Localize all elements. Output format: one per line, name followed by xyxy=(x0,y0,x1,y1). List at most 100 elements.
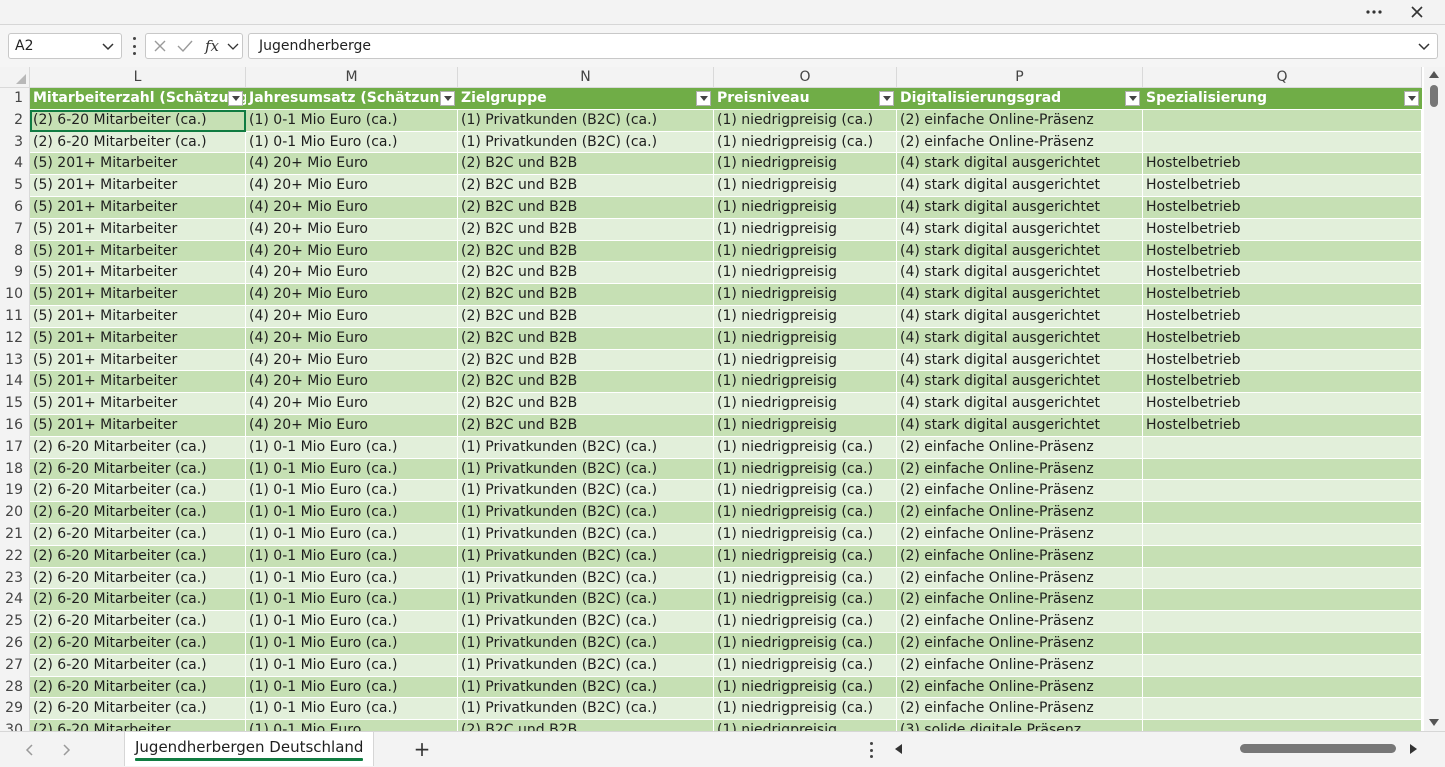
table-cell[interactable]: (2) 6-20 Mitarbeiter xyxy=(30,720,246,731)
table-cell[interactable]: Hostelbetrieb xyxy=(1143,197,1422,219)
name-box[interactable]: A2 xyxy=(8,33,122,59)
table-cell[interactable]: (2) B2C und B2B xyxy=(458,284,714,306)
table-cell[interactable] xyxy=(1143,109,1422,132)
table-cell[interactable]: (2) B2C und B2B xyxy=(458,240,714,263)
table-cell[interactable]: (2) B2C und B2B xyxy=(458,415,714,437)
table-cell[interactable]: (1) Privatkunden (B2C) (ca.) xyxy=(458,676,714,699)
table-cell[interactable]: (1) niedrigpreisig (ca.) xyxy=(714,545,897,568)
table-cell[interactable]: (1) niedrigpreisig xyxy=(714,393,897,415)
table-cell[interactable]: (4) stark digital ausgerichtet xyxy=(897,197,1143,219)
row-header[interactable]: 21 xyxy=(0,524,30,546)
table-cell[interactable] xyxy=(1143,589,1422,612)
column-header-p[interactable]: P xyxy=(897,67,1143,88)
table-cell[interactable]: Hostelbetrieb xyxy=(1143,349,1422,372)
row-header[interactable]: 2 xyxy=(0,109,30,132)
table-cell[interactable]: (1) Privatkunden (B2C) (ca.) xyxy=(458,567,714,590)
column-header-o[interactable]: O xyxy=(714,67,897,88)
table-cell[interactable]: (1) 0-1 Mio Euro (ca.) xyxy=(246,676,458,699)
column-header-n[interactable]: N xyxy=(458,67,714,88)
column-header-q[interactable]: Q xyxy=(1143,67,1422,88)
table-cell[interactable]: Hostelbetrieb xyxy=(1143,327,1422,350)
table-cell[interactable]: (2) 6-20 Mitarbeiter (ca.) xyxy=(30,698,246,721)
table-header-cell[interactable]: Spezialisierung xyxy=(1143,88,1422,110)
table-cell[interactable]: (2) 6-20 Mitarbeiter (ca.) xyxy=(30,131,246,154)
table-cell[interactable]: (1) 0-1 Mio Euro (ca.) xyxy=(246,524,458,546)
table-cell[interactable]: (1) Privatkunden (B2C) (ca.) xyxy=(458,633,714,655)
table-cell[interactable]: Hostelbetrieb xyxy=(1143,284,1422,306)
row-header[interactable]: 18 xyxy=(0,458,30,481)
table-cell[interactable] xyxy=(1143,502,1422,524)
vertical-scrollbar[interactable] xyxy=(1424,67,1445,731)
table-cell[interactable]: (1) 0-1 Mio Euro (ca.) xyxy=(246,567,458,590)
table-cell[interactable] xyxy=(1143,436,1422,459)
table-cell[interactable]: (1) 0-1 Mio Euro (ca.) xyxy=(246,545,458,568)
table-header-cell[interactable]: Preisniveau xyxy=(714,88,897,110)
table-cell[interactable]: (1) 0-1 Mio Euro (ca.) xyxy=(246,436,458,459)
vertical-scroll-thumb[interactable] xyxy=(1430,85,1438,107)
table-cell[interactable]: (1) 0-1 Mio Euro (ca.) xyxy=(246,502,458,524)
row-header[interactable]: 17 xyxy=(0,436,30,459)
table-cell[interactable]: (2) einfache Online-Präsenz xyxy=(897,131,1143,154)
insert-function-icon[interactable]: fx xyxy=(204,37,224,55)
table-cell[interactable]: (5) 201+ Mitarbeiter xyxy=(30,415,246,437)
row-header[interactable]: 14 xyxy=(0,371,30,394)
table-cell[interactable] xyxy=(1143,524,1422,546)
table-cell[interactable]: (1) 0-1 Mio Euro (ca.) xyxy=(246,131,458,154)
table-cell[interactable]: (4) 20+ Mio Euro xyxy=(246,153,458,176)
table-cell[interactable]: (2) einfache Online-Präsenz xyxy=(897,502,1143,524)
table-cell[interactable]: (1) niedrigpreisig xyxy=(714,240,897,263)
table-cell[interactable]: (2) 6-20 Mitarbeiter (ca.) xyxy=(30,611,246,633)
row-header[interactable]: 24 xyxy=(0,589,30,612)
table-cell[interactable]: (1) niedrigpreisig (ca.) xyxy=(714,611,897,633)
table-cell[interactable]: (4) 20+ Mio Euro xyxy=(246,306,458,328)
table-cell[interactable] xyxy=(1143,567,1422,590)
table-cell[interactable]: (4) 20+ Mio Euro xyxy=(246,262,458,285)
row-header[interactable]: 6 xyxy=(0,197,30,219)
table-cell[interactable]: (2) B2C und B2B xyxy=(458,218,714,241)
row-header[interactable]: 23 xyxy=(0,567,30,590)
table-cell[interactable]: (2) B2C und B2B xyxy=(458,349,714,372)
table-cell[interactable]: (2) 6-20 Mitarbeiter (ca.) xyxy=(30,633,246,655)
next-sheet-icon[interactable] xyxy=(58,742,74,758)
table-cell[interactable]: (2) B2C und B2B xyxy=(458,393,714,415)
filter-dropdown-icon[interactable] xyxy=(879,91,894,106)
filter-dropdown-icon[interactable] xyxy=(696,91,711,106)
close-icon[interactable] xyxy=(1401,0,1433,24)
table-header-cell[interactable]: Digitalisierungsgrad xyxy=(897,88,1143,110)
table-cell[interactable]: (2) 6-20 Mitarbeiter (ca.) xyxy=(30,109,246,132)
table-cell[interactable]: (1) Privatkunden (B2C) (ca.) xyxy=(458,524,714,546)
table-cell[interactable]: (2) B2C und B2B xyxy=(458,371,714,394)
table-cell[interactable]: (4) stark digital ausgerichtet xyxy=(897,371,1143,394)
row-header[interactable]: 29 xyxy=(0,698,30,721)
table-cell[interactable]: (1) niedrigpreisig xyxy=(714,306,897,328)
row-header[interactable]: 28 xyxy=(0,676,30,699)
table-cell[interactable]: (4) 20+ Mio Euro xyxy=(246,284,458,306)
table-cell[interactable]: (2) 6-20 Mitarbeiter (ca.) xyxy=(30,480,246,503)
table-cell[interactable]: (4) stark digital ausgerichtet xyxy=(897,240,1143,263)
table-cell[interactable]: (5) 201+ Mitarbeiter xyxy=(30,175,246,197)
table-cell[interactable]: (1) niedrigpreisig (ca.) xyxy=(714,480,897,503)
table-cell[interactable]: Hostelbetrieb xyxy=(1143,306,1422,328)
table-cell[interactable]: (2) B2C und B2B xyxy=(458,153,714,176)
table-cell[interactable]: (1) Privatkunden (B2C) (ca.) xyxy=(458,589,714,612)
table-cell[interactable]: (1) 0-1 Mio Euro (ca.) xyxy=(246,698,458,721)
table-cell[interactable] xyxy=(1143,676,1422,699)
table-cell[interactable]: Hostelbetrieb xyxy=(1143,415,1422,437)
table-cell[interactable]: (2) 6-20 Mitarbeiter (ca.) xyxy=(30,502,246,524)
more-options-icon[interactable] xyxy=(1358,0,1390,24)
table-cell[interactable]: (4) stark digital ausgerichtet xyxy=(897,262,1143,285)
table-cell[interactable]: (1) niedrigpreisig (ca.) xyxy=(714,589,897,612)
scroll-down-icon[interactable] xyxy=(1429,719,1439,726)
table-cell[interactable]: (2) einfache Online-Präsenz xyxy=(897,458,1143,481)
table-cell[interactable]: (1) Privatkunden (B2C) (ca.) xyxy=(458,654,714,677)
table-cell[interactable]: (2) einfache Online-Präsenz xyxy=(897,109,1143,132)
table-cell[interactable] xyxy=(1143,458,1422,481)
table-cell[interactable]: (1) niedrigpreisig xyxy=(714,349,897,372)
expand-formula-icon[interactable] xyxy=(1417,38,1431,54)
table-cell[interactable]: (2) B2C und B2B xyxy=(458,197,714,219)
table-cell[interactable] xyxy=(1143,654,1422,677)
table-cell[interactable] xyxy=(1143,545,1422,568)
row-header[interactable]: 4 xyxy=(0,153,30,176)
table-cell[interactable]: (5) 201+ Mitarbeiter xyxy=(30,218,246,241)
table-cell[interactable]: (4) stark digital ausgerichtet xyxy=(897,349,1143,372)
